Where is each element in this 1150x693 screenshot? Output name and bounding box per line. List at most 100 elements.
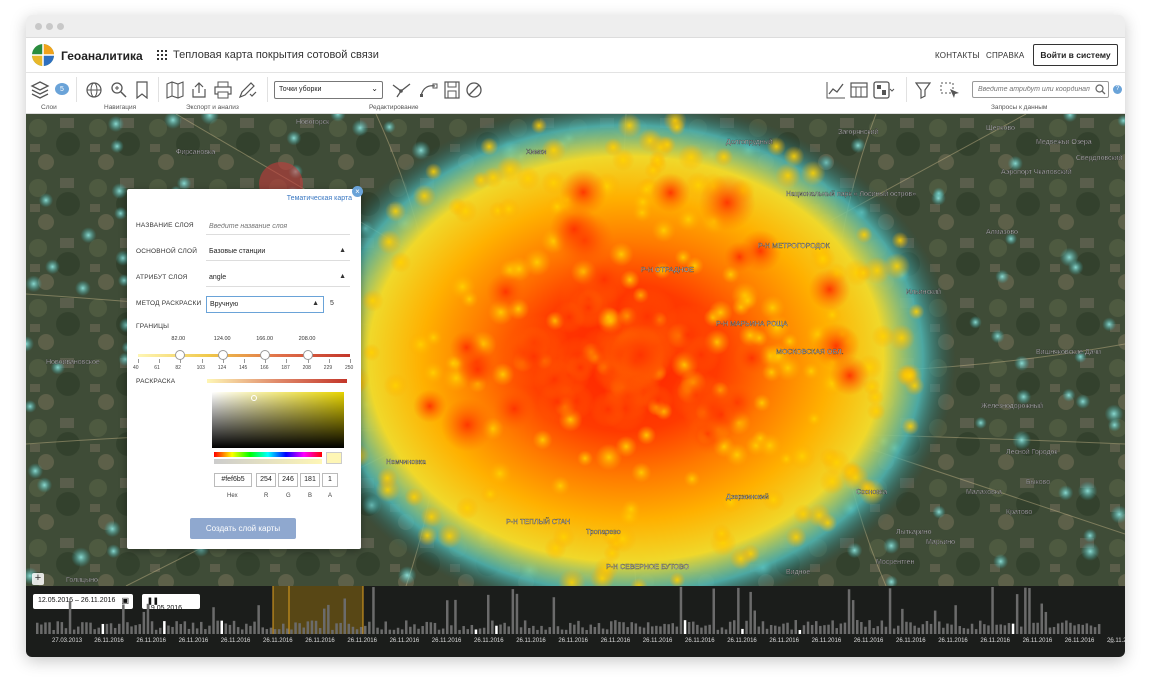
color-picker-cursor[interactable] <box>251 395 257 401</box>
pencil-check-icon <box>238 82 257 99</box>
attribute-search-input[interactable] <box>972 81 1109 98</box>
station-marker <box>361 289 384 312</box>
timeline-histogram[interactable] <box>26 586 1125 657</box>
map-label: Загорянский <box>838 128 878 136</box>
group-label-navigation: Навигация <box>104 104 137 111</box>
blue-input[interactable]: 181 <box>300 473 320 487</box>
create-map-layer-button[interactable]: Создать слой карты <box>190 518 296 539</box>
slider-handle[interactable] <box>260 350 271 360</box>
close-icon[interactable]: × <box>352 186 363 197</box>
slider-handle[interactable] <box>302 350 313 360</box>
layers-button[interactable] <box>29 79 55 101</box>
timeline-bar <box>1081 624 1084 634</box>
timeline-bar <box>790 629 793 634</box>
map-export-button[interactable] <box>164 79 186 101</box>
timeline-bar <box>44 622 47 634</box>
apps-grid-icon[interactable] <box>157 50 167 60</box>
station-marker <box>636 425 657 445</box>
green-input[interactable]: 246 <box>278 473 298 487</box>
slider-tick-label: 250 <box>345 365 354 371</box>
station-marker <box>27 463 44 479</box>
layer-select[interactable]: Точки уборки ⌄ <box>274 81 383 99</box>
filter-button[interactable] <box>912 79 934 101</box>
timeline-bar <box>597 623 601 634</box>
slider-track[interactable] <box>138 354 350 357</box>
heat-map[interactable]: Загорянский Щелково Медвежьи Озера Свердлов… <box>26 114 1125 586</box>
timeline-bar <box>745 620 748 634</box>
chart-button[interactable] <box>825 79 847 101</box>
draw-line-button[interactable] <box>417 79 441 101</box>
timeline-bar <box>232 620 236 634</box>
bookmark-button[interactable] <box>132 79 152 101</box>
timeline-date-label: 26.11.2016 <box>474 638 504 644</box>
color-picker-area[interactable] <box>212 392 344 448</box>
timeline-date-label: 26.11.2016 <box>600 638 631 644</box>
app-name: Геоаналитика <box>61 49 143 63</box>
timeline-bar <box>692 621 695 634</box>
slider-handle[interactable] <box>175 350 186 360</box>
edit-geometry-button[interactable] <box>389 79 415 101</box>
station-marker <box>38 193 54 208</box>
zoom-button[interactable] <box>108 79 130 101</box>
contacts-link[interactable]: КОНТАКТЫ <box>935 51 980 60</box>
timeline-bar <box>421 626 424 634</box>
cancel-edit-button[interactable] <box>463 79 485 101</box>
alpha-slider[interactable] <box>214 459 322 464</box>
class-count[interactable]: 5 <box>330 300 334 307</box>
slider-handle[interactable] <box>217 350 228 360</box>
select-area-button[interactable] <box>937 79 965 101</box>
station-marker <box>497 197 520 220</box>
bounds-slider[interactable]: 40 61 82 103 124 145 166 187 208 229 250 82.00 124.0… <box>133 334 354 374</box>
zoom-in-button[interactable]: + <box>32 573 44 585</box>
station-marker <box>420 505 443 528</box>
timeline-bar <box>253 621 256 634</box>
base-layer-select[interactable]: Базовые станции ▲ <box>206 244 350 261</box>
station-marker <box>385 200 407 222</box>
dashboard-button[interactable] <box>871 79 897 101</box>
timeline-bar <box>560 629 564 634</box>
timeline-bar <box>503 622 506 634</box>
globe-button[interactable] <box>83 79 105 101</box>
help-link[interactable]: СПРАВКА <box>986 51 1024 60</box>
green-label: G <box>286 493 291 499</box>
share-button[interactable] <box>188 79 210 101</box>
timeline-bar <box>163 621 166 634</box>
timeline-bar <box>220 620 223 634</box>
timeline-bar <box>819 625 822 634</box>
coloring-method-select[interactable]: Вручную ▲ <box>206 296 324 313</box>
heat-hotspot <box>589 391 627 428</box>
table-button[interactable] <box>848 79 870 101</box>
hex-input[interactable]: #fef6b5 <box>214 473 252 487</box>
thematic-map-link[interactable]: Тематическая карта <box>287 195 352 202</box>
draw-curve-icon <box>420 83 438 97</box>
station-marker <box>103 520 121 538</box>
search-icon[interactable] <box>1095 84 1106 95</box>
base-layer-value: Базовые станции <box>209 248 266 255</box>
analysis-button[interactable] <box>236 79 260 101</box>
timeline-bar <box>794 620 797 634</box>
help-icon[interactable]: ? <box>1113 85 1122 94</box>
toolbar: 5 Точки уборки ⌄ Введите атрибут или коо… <box>26 73 1125 114</box>
station-marker <box>397 566 417 585</box>
timeline-bar <box>323 608 326 634</box>
slider-tick-label: 82 <box>175 365 181 371</box>
timeline-bar <box>987 625 990 634</box>
list-icon[interactable]: ≡ <box>1109 636 1121 648</box>
alpha-input[interactable]: 1 <box>322 473 338 487</box>
save-button[interactable] <box>442 79 462 101</box>
layer-attribute-select[interactable]: angle ▲ <box>206 270 350 287</box>
layer-name-input[interactable] <box>206 218 350 235</box>
base-layer-label: ОСНОВНОЙ СЛОЙ <box>136 248 198 255</box>
timeline-bar <box>810 624 814 634</box>
timeline-bar <box>589 624 592 634</box>
hue-slider[interactable] <box>214 452 322 457</box>
timeline-bar <box>716 629 720 634</box>
red-input[interactable]: 254 <box>256 473 276 487</box>
timeline-bar <box>384 621 387 634</box>
color-ramp[interactable] <box>207 379 347 383</box>
timeline-bar <box>1077 624 1080 634</box>
timeline-bar <box>388 629 392 634</box>
login-button[interactable]: Войти в систему <box>1033 44 1118 66</box>
print-button[interactable] <box>212 79 234 101</box>
timeline-bar <box>712 588 715 634</box>
